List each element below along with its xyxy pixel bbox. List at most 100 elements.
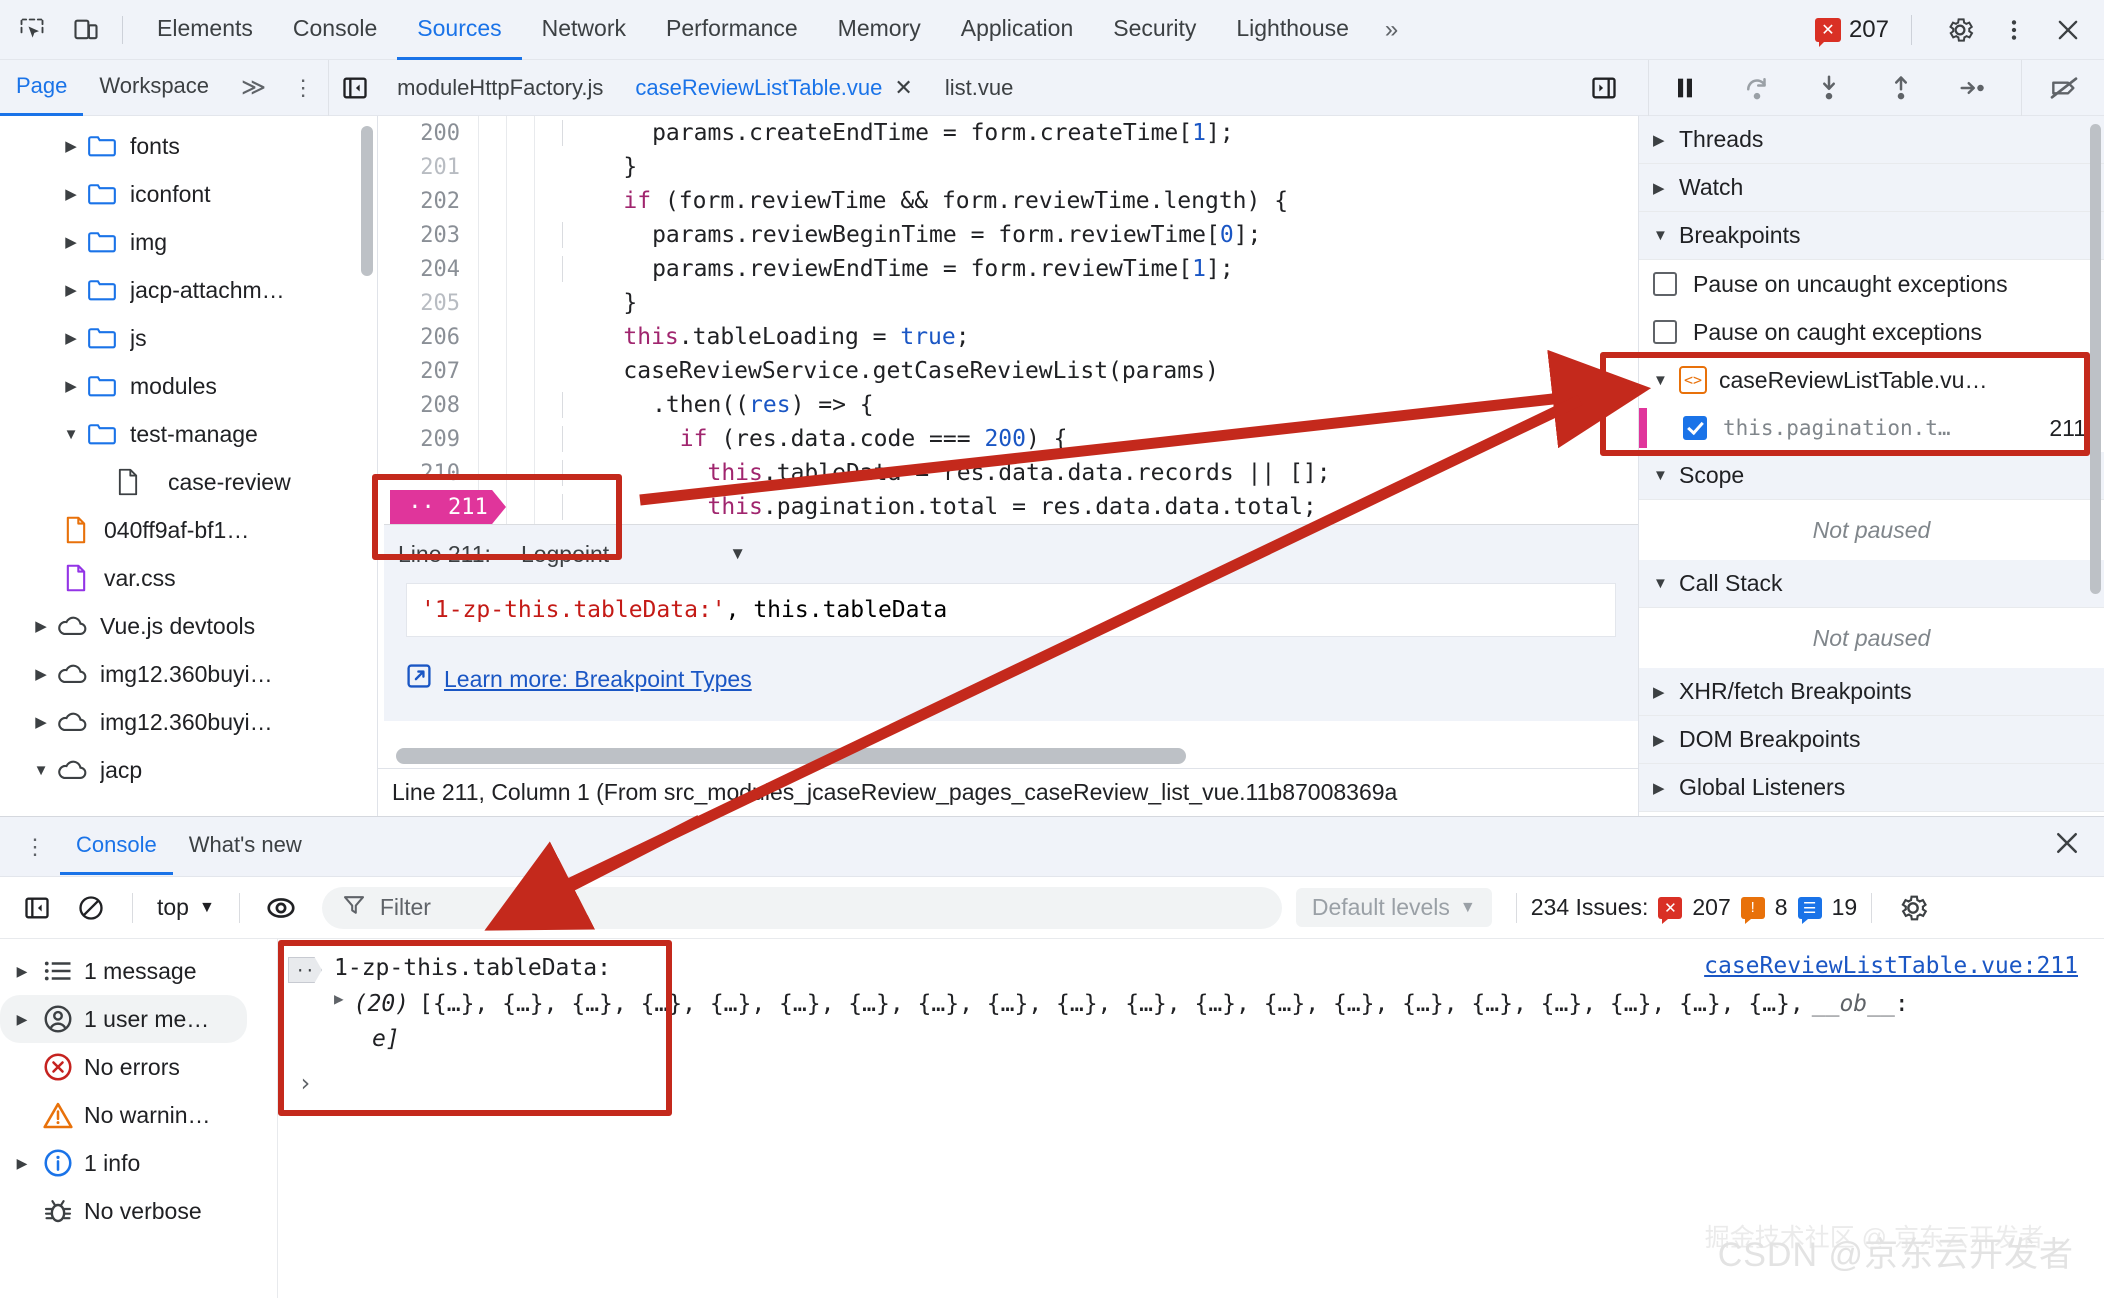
chevron-right-icon[interactable]: ▶: [1653, 179, 1679, 197]
error-count-badge[interactable]: ✕ 207: [1809, 16, 1895, 44]
tree-item-iconfont[interactable]: ▶ iconfont: [0, 170, 377, 218]
issues-summary[interactable]: 234 Issues: ✕ 207 ! 8 ☰ 19: [1531, 894, 1857, 921]
tree-item-jacp-attachment[interactable]: ▶ jacp-attachm…: [0, 266, 377, 314]
pause-caught-exceptions-row[interactable]: Pause on caught exceptions: [1639, 308, 2104, 356]
console-sidebar-item-verbose[interactable]: No verbose: [0, 1187, 277, 1235]
chevron-right-icon[interactable]: ▶: [8, 963, 36, 980]
file-tab-modulehttpfactory[interactable]: moduleHttpFactory.js: [381, 60, 619, 116]
tree-item-modules[interactable]: ▶ modules: [0, 362, 377, 410]
close-icon[interactable]: [2052, 828, 2082, 866]
tree-item-img[interactable]: ▶ img: [0, 218, 377, 266]
chevron-down-icon[interactable]: ▼: [729, 544, 746, 564]
file-tab-list[interactable]: list.vue: [929, 60, 1029, 116]
chevron-right-icon[interactable]: ▶: [8, 1155, 36, 1172]
tab-security[interactable]: Security: [1093, 0, 1216, 60]
chevron-down-icon[interactable]: ▼: [58, 426, 84, 443]
console-filter-input[interactable]: Filter: [322, 887, 1282, 929]
chevron-down-icon[interactable]: ▼: [28, 762, 54, 779]
drawer-more-icon[interactable]: ⋮: [0, 836, 60, 858]
step-into-icon[interactable]: [1809, 68, 1849, 108]
tree-item-js[interactable]: ▶ js: [0, 314, 377, 362]
file-navigator-tree[interactable]: ▶ fonts ▶ iconfont ▶ img ▶ jacp-attachm……: [0, 116, 378, 816]
show-navigator-icon[interactable]: [335, 68, 375, 108]
nav-tab-workspace[interactable]: Workspace: [83, 60, 225, 116]
nav-more-icon[interactable]: ≫: [225, 73, 278, 102]
tab-lighthouse[interactable]: Lighthouse: [1216, 0, 1369, 60]
chevron-right-icon[interactable]: ▶: [28, 617, 54, 635]
checkbox[interactable]: [1653, 320, 1677, 344]
chevron-down-icon[interactable]: ▼: [1653, 372, 1679, 389]
line-number[interactable]: 206: [378, 325, 478, 350]
section-scope[interactable]: ▼ Scope: [1639, 452, 2104, 500]
tree-item-fonts[interactable]: ▶ fonts: [0, 122, 377, 170]
line-number[interactable]: 201: [378, 155, 478, 180]
step-out-icon[interactable]: [1881, 68, 1921, 108]
breakpoint-entry[interactable]: this.pagination.t… 211: [1639, 404, 2104, 452]
close-icon[interactable]: ✕: [894, 75, 912, 101]
code-editor[interactable]: 200 params.createEndTime = form.createTi…: [378, 116, 1638, 816]
chevron-right-icon[interactable]: ▶: [58, 377, 84, 395]
scrollbar-thumb[interactable]: [396, 748, 1186, 764]
gear-icon[interactable]: [1938, 8, 1982, 52]
step-over-icon[interactable]: [1737, 68, 1777, 108]
console-prompt[interactable]: ›: [278, 1058, 2104, 1108]
line-number[interactable]: 208: [378, 393, 478, 418]
tab-elements[interactable]: Elements: [137, 0, 273, 60]
line-number[interactable]: 200: [378, 121, 478, 146]
tree-item-case-review[interactable]: case-review: [0, 458, 377, 506]
tree-scrollbar[interactable]: [361, 126, 373, 276]
checkbox[interactable]: [1653, 272, 1677, 296]
section-watch[interactable]: ▶ Watch: [1639, 164, 2104, 212]
section-breakpoints[interactable]: ▼ Breakpoints: [1639, 212, 2104, 260]
console-source-link[interactable]: caseReviewListTable.vue:211: [1704, 953, 2078, 979]
line-number[interactable]: 203: [378, 223, 478, 248]
execution-context-selector[interactable]: top ▼: [147, 894, 225, 921]
tree-item-test-manage[interactable]: ▼ test-manage: [0, 410, 377, 458]
live-expression-icon[interactable]: [258, 885, 304, 931]
breakpoint-group-casereviewlisttable[interactable]: ▼ <> caseReviewListTable.vu…: [1639, 356, 2104, 404]
log-levels-dropdown[interactable]: Default levels ▼: [1296, 888, 1492, 927]
section-threads[interactable]: ▶ Threads: [1639, 116, 2104, 164]
chevron-right-icon[interactable]: ▶: [58, 329, 84, 347]
tab-memory[interactable]: Memory: [818, 0, 941, 60]
debugger-sidebar[interactable]: ▶ Threads ▶ Watch ▼ Breakpoints Pause on…: [1638, 116, 2104, 816]
section-dom-breakpoints[interactable]: ▶ DOM Breakpoints: [1639, 716, 2104, 764]
close-icon[interactable]: [2046, 8, 2090, 52]
pause-uncaught-exceptions-row[interactable]: Pause on uncaught exceptions: [1639, 260, 2104, 308]
drawer-tab-console[interactable]: Console: [60, 819, 173, 875]
line-number[interactable]: 209: [378, 427, 478, 452]
clear-console-icon[interactable]: [68, 885, 114, 931]
chevron-down-icon[interactable]: ▼: [1653, 467, 1679, 484]
learn-more-link[interactable]: Learn more: Breakpoint Types: [444, 666, 752, 693]
tree-item-img12-b[interactable]: ▶ img12.360buyi…: [0, 698, 377, 746]
chevron-right-icon[interactable]: ▶: [58, 281, 84, 299]
chevron-right-icon[interactable]: ▶: [58, 137, 84, 155]
editor-horizontal-scrollbar[interactable]: [378, 744, 1638, 768]
chevron-down-icon[interactable]: ▼: [1653, 575, 1679, 592]
chevron-right-icon[interactable]: ▶: [1653, 779, 1679, 797]
line-number[interactable]: 205: [378, 291, 478, 316]
console-sidebar-item-info[interactable]: ▶ 1 info: [0, 1139, 277, 1187]
section-global-listeners[interactable]: ▶ Global Listeners: [1639, 764, 2104, 812]
console-sidebar[interactable]: ▶ 1 message ▶ 1 user me… No errors No wa…: [0, 939, 278, 1298]
gear-icon[interactable]: [1890, 885, 1936, 931]
tab-network[interactable]: Network: [522, 0, 646, 60]
line-number[interactable]: 207: [378, 359, 478, 384]
drawer-tab-whats-new[interactable]: What's new: [173, 819, 318, 875]
logpoint-expression-input[interactable]: '1-zp-this.tableData:', this.tableData: [406, 583, 1616, 637]
logpoint-learn-more[interactable]: Learn more: Breakpoint Types: [384, 637, 1638, 721]
show-debugger-icon[interactable]: [1584, 68, 1624, 108]
tree-item-jacp[interactable]: ▼ jacp: [0, 746, 377, 794]
chevron-right-icon[interactable]: ▶: [8, 1011, 36, 1028]
line-number[interactable]: 204: [378, 257, 478, 282]
line-number[interactable]: 202: [378, 189, 478, 214]
logpoint-badge[interactable]: ·· 211: [390, 490, 506, 524]
file-tab-casereviewlisttable[interactable]: caseReviewListTable.vue ✕: [619, 60, 928, 116]
chevron-right-icon[interactable]: ▶: [1653, 731, 1679, 749]
console-sidebar-item-errors[interactable]: No errors: [0, 1043, 277, 1091]
debugger-scrollbar[interactable]: [2090, 124, 2101, 594]
console-output[interactable]: ·· 1-zp-this.tableData: ▶ (20) [{…}, {…}…: [278, 939, 2104, 1298]
console-sidebar-item-messages[interactable]: ▶ 1 message: [0, 947, 277, 995]
section-call-stack[interactable]: ▼ Call Stack: [1639, 560, 2104, 608]
pause-resume-icon[interactable]: [1665, 68, 1705, 108]
